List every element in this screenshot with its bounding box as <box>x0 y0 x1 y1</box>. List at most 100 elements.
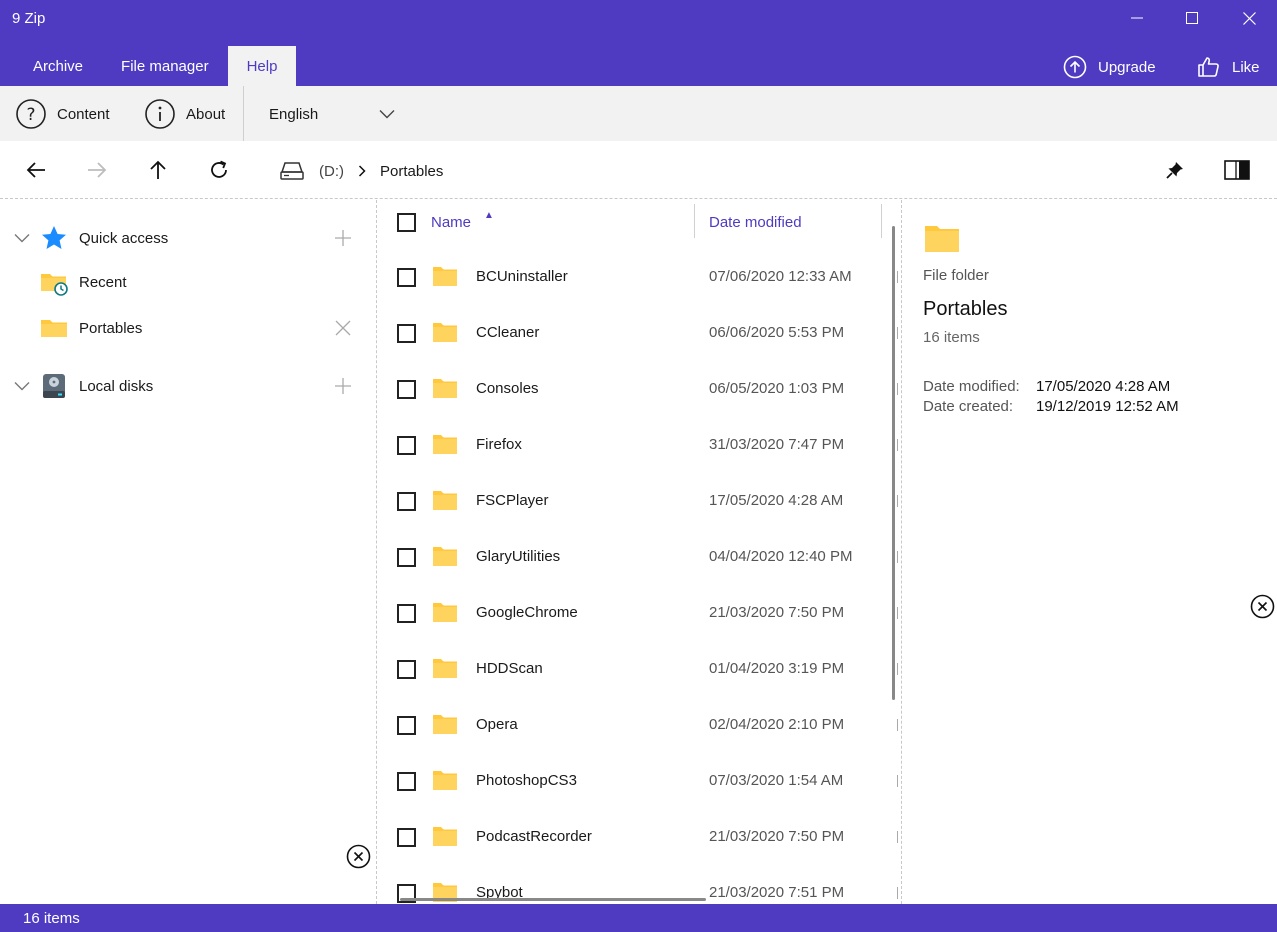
breadcrumb: (D:) Portables <box>279 158 443 184</box>
row-checkbox[interactable] <box>397 772 416 791</box>
details-type: File folder <box>923 267 989 284</box>
details-modified-value: 17/05/2020 4:28 AM <box>1036 378 1171 395</box>
table-row[interactable]: GoogleChrome 21/03/2020 7:50 PM <box>378 585 888 641</box>
folder-icon <box>432 489 458 514</box>
file-date-modified: 06/05/2020 1:03 PM <box>709 380 845 397</box>
column-divider[interactable] <box>694 204 695 238</box>
breadcrumb-drive[interactable]: (D:) <box>319 163 344 180</box>
back-button[interactable] <box>23 157 49 183</box>
tab-help[interactable]: Help <box>227 46 297 86</box>
folder-icon <box>432 713 458 738</box>
folder-icon <box>40 314 68 342</box>
row-marker <box>897 607 898 619</box>
row-checkbox[interactable] <box>397 716 416 735</box>
status-item-count: 16 items <box>23 910 80 927</box>
folder-icon <box>432 265 458 290</box>
arrow-right-icon <box>88 162 107 178</box>
file-name[interactable]: Consoles <box>476 380 539 397</box>
sidebar-item-recent[interactable]: Recent <box>0 262 376 302</box>
table-row[interactable]: Opera 02/04/2020 2:10 PM <box>378 697 888 753</box>
row-checkbox[interactable] <box>397 492 416 511</box>
maximize-button[interactable] <box>1163 0 1221 36</box>
recent-folder-icon <box>40 268 68 296</box>
file-name[interactable]: FSCPlayer <box>476 492 549 509</box>
table-row[interactable]: Consoles 06/05/2020 1:03 PM <box>378 361 888 417</box>
breadcrumb-folder[interactable]: Portables <box>380 163 443 180</box>
column-divider[interactable] <box>881 204 882 238</box>
toggle-details-pane-button[interactable] <box>1224 157 1250 183</box>
table-row[interactable]: CCleaner 06/06/2020 5:53 PM <box>378 305 888 361</box>
row-checkbox[interactable] <box>397 268 416 287</box>
row-marker <box>897 887 898 899</box>
table-row[interactable]: BCUninstaller 07/06/2020 12:33 AM <box>378 249 888 305</box>
chevron-down-icon[interactable] <box>14 233 30 243</box>
file-name[interactable]: Firefox <box>476 436 522 453</box>
close-window-button[interactable] <box>1220 0 1277 36</box>
table-row[interactable]: PhotoshopCS3 07/03/2020 1:54 AM <box>378 753 888 809</box>
chevron-down-icon[interactable] <box>14 381 30 391</box>
add-icon[interactable] <box>334 377 352 395</box>
about-label: About <box>186 105 226 123</box>
like-button[interactable]: Like <box>1196 52 1260 82</box>
forward-button[interactable] <box>84 157 110 183</box>
folder-icon <box>432 377 458 402</box>
table-row[interactable]: HDDScan 01/04/2020 3:19 PM <box>378 641 888 697</box>
about-button[interactable]: About <box>144 98 225 130</box>
select-all-checkbox[interactable] <box>397 213 416 232</box>
pin-button[interactable] <box>1162 157 1188 183</box>
details-modified-label: Date modified: <box>923 378 1020 395</box>
file-name[interactable]: PhotoshopCS3 <box>476 772 577 789</box>
upgrade-icon <box>1063 55 1087 79</box>
row-checkbox[interactable] <box>397 548 416 567</box>
file-name[interactable]: BCUninstaller <box>476 268 568 285</box>
hard-disk-icon <box>40 372 68 400</box>
file-name[interactable]: CCleaner <box>476 324 539 341</box>
file-name[interactable]: GoogleChrome <box>476 604 578 621</box>
file-name[interactable]: GlaryUtilities <box>476 548 560 565</box>
remove-icon[interactable] <box>334 319 352 337</box>
table-row[interactable]: Firefox 31/03/2020 7:47 PM <box>378 417 888 473</box>
upgrade-button[interactable]: Upgrade <box>1062 52 1156 82</box>
row-checkbox[interactable] <box>397 436 416 455</box>
folder-icon <box>432 657 458 682</box>
content-button[interactable]: ? Content <box>15 98 110 130</box>
file-name[interactable]: PodcastRecorder <box>476 828 592 845</box>
sidebar-item-quick-access[interactable]: Quick access <box>0 218 376 258</box>
refresh-button[interactable] <box>206 157 232 183</box>
question-icon: ? <box>16 99 46 129</box>
row-checkbox[interactable] <box>397 660 416 679</box>
horizontal-scrollbar[interactable] <box>400 898 706 901</box>
close-circle-icon[interactable] <box>1250 594 1275 619</box>
tab-file-manager[interactable]: File manager <box>102 46 228 86</box>
row-checkbox[interactable] <box>397 828 416 847</box>
sidebar-item-local-disks[interactable]: Local disks <box>0 366 376 406</box>
row-checkbox[interactable] <box>397 324 416 343</box>
file-date-modified: 31/03/2020 7:47 PM <box>709 436 845 453</box>
column-header-name[interactable]: Name <box>431 214 471 231</box>
table-row[interactable]: PodcastRecorder 21/03/2020 7:50 PM <box>378 809 888 865</box>
file-name[interactable]: Opera <box>476 716 518 733</box>
column-header-date-modified[interactable]: Date modified <box>709 214 802 231</box>
row-checkbox[interactable] <box>397 380 416 399</box>
table-row[interactable]: GlaryUtilities 04/04/2020 12:40 PM <box>378 529 888 585</box>
language-value: English <box>269 105 319 123</box>
vertical-scrollbar[interactable] <box>892 226 895 700</box>
minimize-button[interactable] <box>1108 0 1166 36</box>
table-row[interactable]: FSCPlayer 17/05/2020 4:28 AM <box>378 473 888 529</box>
file-date-modified: 17/05/2020 4:28 AM <box>709 492 844 509</box>
thumbs-up-icon <box>1198 57 1219 77</box>
tab-archive[interactable]: Archive <box>14 46 102 86</box>
file-date-modified: 21/03/2020 7:50 PM <box>709 604 845 621</box>
arrow-up-icon <box>150 160 166 179</box>
row-marker <box>897 775 898 787</box>
file-name[interactable]: HDDScan <box>476 660 543 677</box>
folder-icon <box>925 226 959 252</box>
close-circle-icon[interactable] <box>346 844 371 869</box>
up-button[interactable] <box>145 157 171 183</box>
sidebar-item-portables[interactable]: Portables <box>0 308 376 348</box>
language-dropdown[interactable]: English <box>269 98 395 130</box>
row-marker <box>897 831 898 843</box>
add-icon[interactable] <box>334 229 352 247</box>
row-checkbox[interactable] <box>397 604 416 623</box>
file-date-modified: 04/04/2020 12:40 PM <box>709 548 853 565</box>
